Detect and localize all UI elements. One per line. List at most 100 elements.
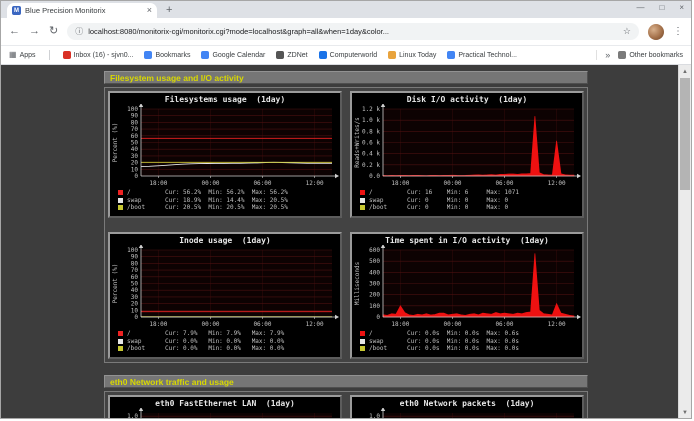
svg-text:90: 90: [130, 113, 138, 120]
legend-name: /: [127, 189, 153, 196]
profile-avatar[interactable]: [648, 24, 664, 40]
svg-text:06:00: 06:00: [253, 321, 271, 328]
bookmark-item[interactable]: Linux Today: [388, 51, 436, 59]
legend-stats: Cur: 16 Min: 6 Max: 1071: [407, 189, 519, 196]
legend-stats: Cur: 0.0s Min: 0.0s Max: 0.6s: [407, 330, 519, 337]
legend-name: /: [369, 330, 395, 337]
legend-stats: Cur: 56.2% Min: 56.2% Max: 56.2%: [165, 189, 288, 196]
zdnet-icon: [276, 51, 284, 59]
graph-image[interactable]: 1.018:0000:0006:0012:00: [352, 408, 582, 419]
graph-title: eth0 Network packets (1day): [352, 399, 582, 408]
svg-text:Percent (%): Percent (%): [112, 123, 119, 163]
svg-text:Reads+Writes/s: Reads+Writes/s: [354, 117, 361, 168]
scrollbar-thumb[interactable]: [680, 78, 690, 190]
page-content: Filesystem usage and I/O activityFilesys…: [1, 65, 691, 419]
svg-text:100: 100: [369, 303, 380, 310]
svg-text:18:00: 18:00: [149, 180, 167, 187]
svg-text:1.0 k: 1.0 k: [361, 117, 379, 124]
minimize-icon[interactable]: —: [636, 3, 644, 12]
graph-legend: /Cur: 56.2% Min: 56.2% Max: 56.2%swapCur…: [110, 188, 340, 212]
url-text[interactable]: localhost:8080/monitorix-cgi/monitorix.c…: [88, 27, 618, 36]
svg-text:0: 0: [134, 173, 138, 180]
svg-text:30: 30: [130, 294, 138, 301]
bookmark-label: Google Calendar: [212, 52, 265, 59]
graph-image[interactable]: 1.018:0000:0006:0012:00: [110, 408, 340, 419]
legend-row: /bootCur: 20.5% Min: 20.5% Max: 20.5%: [118, 204, 340, 212]
scroll-down-icon[interactable]: ▼: [679, 406, 691, 419]
legend-swatch: [118, 339, 123, 344]
apps-grid-icon: ▦: [9, 51, 17, 59]
bookmarks-right: » Other bookmarks: [596, 50, 683, 60]
back-icon[interactable]: ←: [9, 26, 20, 37]
new-tab-button[interactable]: +: [166, 4, 172, 16]
bookmark-star-icon[interactable]: ☆: [623, 26, 631, 37]
graph-image[interactable]: 010020030040050060018:0000:0006:0012:00M…: [352, 245, 582, 329]
scroll-up-icon[interactable]: ▲: [679, 65, 691, 78]
svg-text:06:00: 06:00: [253, 180, 271, 187]
tab-close-icon[interactable]: ×: [147, 6, 152, 15]
svg-text:500: 500: [369, 258, 380, 265]
other-bookmarks-button[interactable]: Other bookmarks: [618, 51, 683, 59]
svg-text:90: 90: [130, 254, 138, 261]
address-bar[interactable]: ⓘ localhost:8080/monitorix-cgi/monitorix…: [67, 23, 639, 40]
graph-panel: eth0 FastEthernet LAN (1day)1.018:0000:0…: [108, 395, 342, 419]
svg-text:12:00: 12:00: [547, 321, 565, 328]
svg-text:60: 60: [130, 274, 138, 281]
svg-text:50: 50: [130, 140, 138, 147]
bookmark-label: Practical Technol...: [458, 52, 517, 59]
legend-swatch: [118, 346, 123, 351]
legend-stats: Cur: 0 Min: 0 Max: 0: [407, 197, 508, 204]
graph-title: Disk I/O activity (1day): [352, 95, 582, 104]
bookmark-item[interactable]: ZDNet: [276, 51, 307, 59]
bookmark-item[interactable]: Google Calendar: [201, 51, 265, 59]
graph-title: Inode usage (1day): [110, 236, 340, 245]
bookmark-item[interactable]: Practical Technol...: [447, 51, 517, 59]
close-icon[interactable]: ×: [679, 3, 684, 12]
legend-name: swap: [369, 338, 395, 345]
maximize-icon[interactable]: □: [659, 3, 664, 12]
vertical-scrollbar[interactable]: ▲ ▼: [678, 65, 691, 419]
svg-text:80: 80: [130, 119, 138, 126]
graph-image[interactable]: 010203040506070809010018:0000:0006:0012:…: [110, 104, 340, 188]
legend-name: /boot: [127, 345, 153, 352]
graph-panel: eth0 Network packets (1day)1.018:0000:00…: [350, 395, 584, 419]
legend-name: /boot: [369, 345, 395, 352]
bookmark-item[interactable]: ▦Apps: [9, 51, 36, 59]
legend-swatch: [360, 205, 365, 210]
bookmark-item[interactable]: Inbox (16) - sjvn0...: [63, 51, 134, 59]
svg-text:0: 0: [376, 314, 380, 321]
legend-row: swapCur: 0.0% Min: 0.0% Max: 0.0%: [118, 338, 340, 346]
svg-text:Milliseconds: Milliseconds: [354, 261, 361, 305]
browser-menu-icon[interactable]: ⋮: [673, 26, 683, 37]
legend-stats: Cur: 0.0s Min: 0.0s Max: 0.0s: [407, 345, 519, 352]
svg-text:Percent (%): Percent (%): [112, 264, 119, 304]
forward-icon[interactable]: →: [29, 26, 40, 37]
graph-group: Filesystems usage (1day)0102030405060708…: [104, 87, 588, 363]
svg-text:00:00: 00:00: [201, 321, 219, 328]
graph-panel: Disk I/O activity (1day)0.00.2 k0.4 k0.6…: [350, 91, 584, 218]
svg-text:40: 40: [130, 146, 138, 153]
svg-text:30: 30: [130, 153, 138, 160]
bookmark-item[interactable]: Bookmarks: [144, 51, 190, 59]
legend-row: swapCur: 0.0s Min: 0.0s Max: 0.0s: [360, 338, 582, 346]
svg-text:0: 0: [134, 314, 138, 321]
page-info-icon[interactable]: ⓘ: [75, 26, 83, 37]
bookmark-item[interactable]: Computerworld: [319, 51, 377, 59]
graph-title: Filesystems usage (1day): [110, 95, 340, 104]
bookmarks-bar: ▦Apps Inbox (16) - sjvn0... Bookmarks Googl…: [1, 46, 691, 65]
svg-text:80: 80: [130, 260, 138, 267]
svg-text:300: 300: [369, 281, 380, 288]
graph-image[interactable]: 0.00.2 k0.4 k0.6 k0.8 k1.0 k1.2 k18:0000…: [352, 104, 582, 188]
legend-row: / Cur: 0.0s Min: 0.0s Max: 0.6s: [360, 330, 582, 338]
bookmarks-overflow-icon[interactable]: »: [605, 50, 610, 60]
browser-tab[interactable]: M Blue Precision Monitorix ×: [7, 3, 157, 18]
graph-title: eth0 FastEthernet LAN (1day): [110, 399, 340, 408]
legend-swatch: [118, 198, 123, 203]
reload-icon[interactable]: ↻: [49, 26, 58, 37]
svg-text:100: 100: [127, 247, 138, 254]
section-header: eth0 Network traffic and usage: [104, 375, 588, 388]
legend-swatch: [118, 331, 123, 336]
legend-row: /bootCur: 0.0% Min: 0.0% Max: 0.0%: [118, 345, 340, 353]
gmail-icon: [63, 51, 71, 59]
graph-image[interactable]: 010203040506070809010018:0000:0006:0012:…: [110, 245, 340, 329]
